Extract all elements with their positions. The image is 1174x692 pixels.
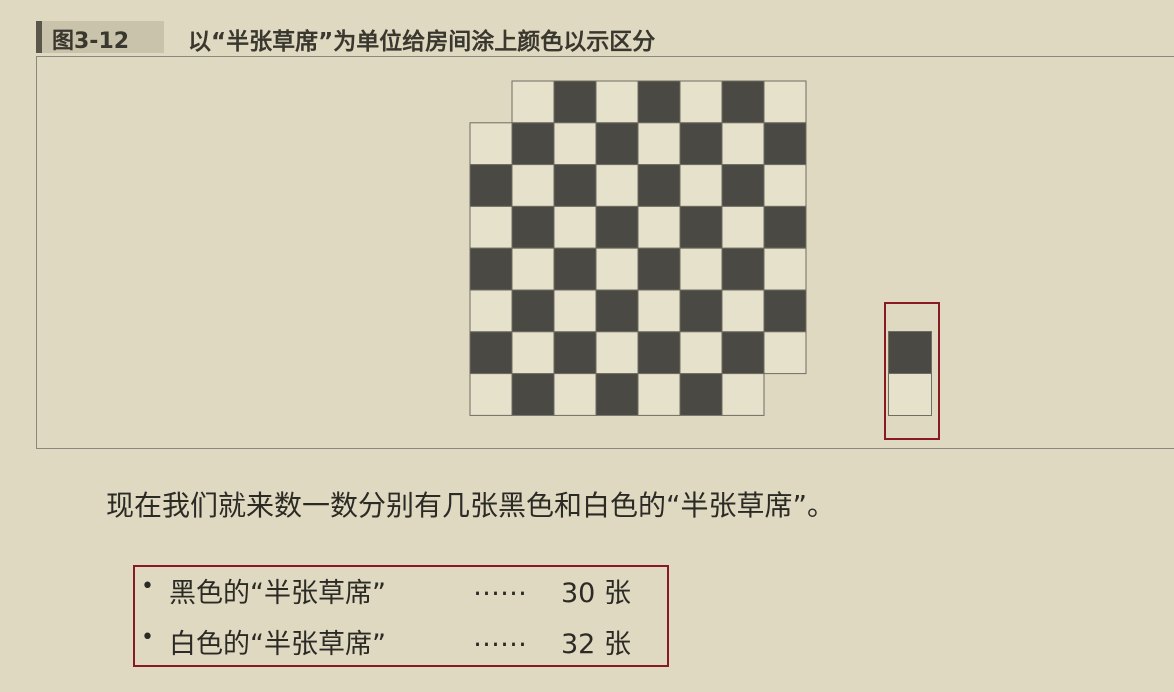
result-label: 白色的“半张草席” xyxy=(169,629,386,660)
light-half-mat xyxy=(511,331,555,375)
light-half-mat xyxy=(721,122,765,166)
light-half-mat xyxy=(763,331,807,375)
light-half-mat xyxy=(511,80,555,124)
dark-half-mat xyxy=(721,164,765,207)
light-half-mat xyxy=(553,289,597,333)
dark-half-mat xyxy=(511,289,555,333)
dark-half-mat xyxy=(595,205,639,249)
dark-half-mat xyxy=(469,247,513,291)
dark-half-mat xyxy=(763,122,807,166)
dark-half-mat xyxy=(553,247,597,291)
dark-half-mat xyxy=(469,331,513,375)
light-half-mat xyxy=(679,80,723,124)
dark-half-mat xyxy=(721,331,765,375)
dark-half-mat xyxy=(679,205,723,249)
bullet: • xyxy=(141,625,154,650)
light-half-mat xyxy=(679,331,723,375)
light-half-mat xyxy=(763,247,807,291)
light-half-mat xyxy=(469,205,513,249)
light-half-mat xyxy=(679,164,723,207)
half-mat-highlight-frame xyxy=(884,302,940,440)
dark-half-mat xyxy=(595,122,639,166)
light-half-mat xyxy=(721,373,765,416)
dark-half-mat xyxy=(595,289,639,333)
light-half-mat xyxy=(469,373,513,416)
light-half-mat xyxy=(553,122,597,166)
result-value: 32 张 xyxy=(561,629,631,660)
light-half-mat xyxy=(511,247,555,291)
count-results-box: • 黑色的“半张草席” …… 30 张 • 白色的“半张草席” …… 32 张 xyxy=(133,565,669,667)
light-half-mat xyxy=(763,164,807,207)
dark-half-mat xyxy=(553,331,597,375)
light-half-mat xyxy=(469,122,513,166)
dark-half-mat xyxy=(679,373,723,416)
light-half-mat xyxy=(595,331,639,375)
dark-half-mat xyxy=(511,122,555,166)
dark-half-mat xyxy=(637,247,681,291)
dark-half-mat xyxy=(679,122,723,166)
light-half-mat xyxy=(595,247,639,291)
dark-half-mat xyxy=(469,164,513,207)
dark-half-mat xyxy=(721,247,765,291)
light-half-mat xyxy=(595,80,639,124)
dark-half-mat xyxy=(553,80,597,124)
light-half-mat xyxy=(763,80,807,124)
light-half-mat xyxy=(637,373,681,416)
light-half-mat xyxy=(553,373,597,416)
dark-half-mat xyxy=(637,164,681,207)
result-label: 黑色的“半张草席” xyxy=(169,578,386,609)
light-half-mat xyxy=(469,289,513,333)
dark-half-mat xyxy=(511,373,555,416)
bullet: • xyxy=(141,574,154,599)
light-half-mat xyxy=(721,205,765,249)
dark-half-mat xyxy=(637,331,681,375)
checkerboard-room xyxy=(469,80,807,416)
dark-half-mat xyxy=(511,205,555,249)
leader-dots: …… xyxy=(473,622,527,653)
light-half-mat xyxy=(595,164,639,207)
dark-half-mat xyxy=(595,373,639,416)
dark-half-mat xyxy=(763,205,807,249)
dark-half-mat xyxy=(679,289,723,333)
leader-dots: …… xyxy=(473,571,527,602)
light-half-mat xyxy=(637,289,681,333)
dark-half-mat xyxy=(763,289,807,333)
body-paragraph: 现在我们就来数一数分别有几张黑色和白色的“半张草席”。 xyxy=(106,489,836,522)
light-half-mat xyxy=(553,205,597,249)
dark-half-mat xyxy=(721,80,765,124)
light-half-mat xyxy=(637,205,681,249)
light-half-mat xyxy=(679,247,723,291)
result-value: 30 张 xyxy=(561,578,631,609)
light-half-mat xyxy=(511,164,555,207)
light-half-mat xyxy=(637,122,681,166)
dark-half-mat xyxy=(553,164,597,207)
light-half-mat xyxy=(721,289,765,333)
dark-half-mat xyxy=(637,80,681,124)
